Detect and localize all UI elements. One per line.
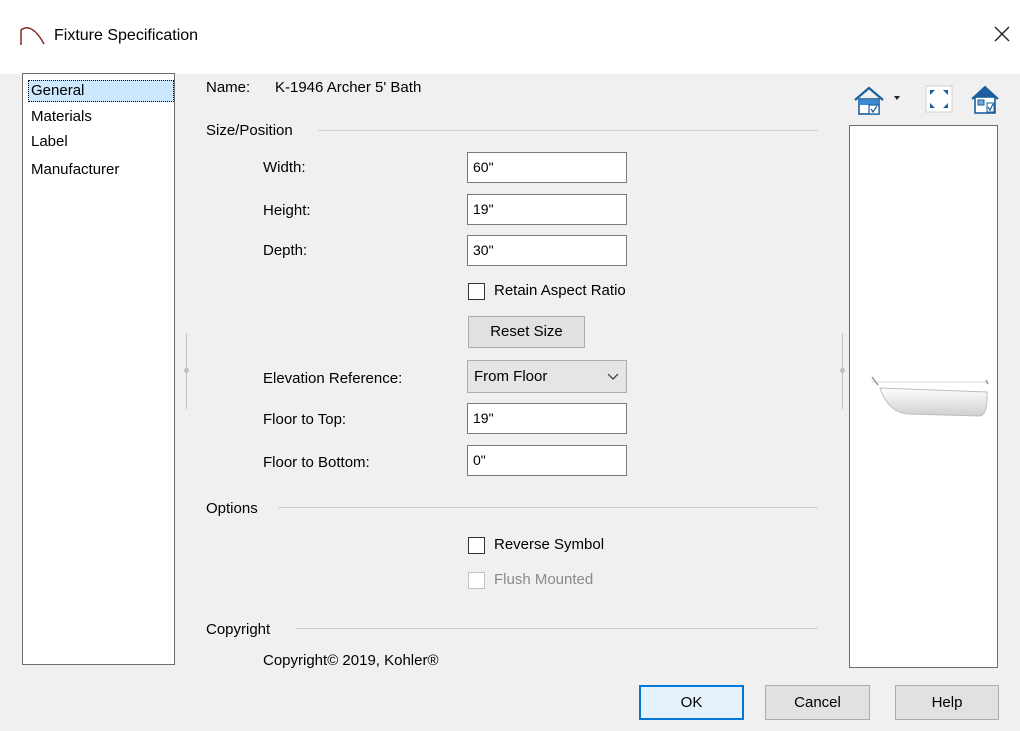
height-field[interactable]: 19"	[467, 194, 627, 225]
width-label: Width:	[263, 159, 306, 176]
size-position-divider	[318, 130, 818, 131]
depth-label: Depth:	[263, 242, 308, 259]
bathtub-preview-image	[871, 376, 989, 417]
size-position-heading: Size/Position	[206, 122, 293, 139]
house-view-dropdown-icon	[854, 86, 900, 115]
copyright-heading: Copyright	[206, 621, 271, 638]
name-label: Name:	[206, 79, 251, 96]
nav-item-label[interactable]: Label	[28, 131, 71, 153]
render-preview-icon[interactable]	[969, 83, 1001, 115]
left-splitter-grip	[184, 368, 189, 373]
reset-size-button[interactable]: Reset Size	[468, 316, 585, 348]
flush-mounted-label: Flush Mounted	[494, 571, 594, 588]
reverse-symbol-checkbox[interactable]	[468, 537, 485, 554]
retain-aspect-ratio-label: Retain Aspect Ratio	[494, 282, 626, 299]
floor-to-top-label: Floor to Top:	[263, 411, 347, 428]
fit-view-icon[interactable]	[924, 84, 954, 114]
retain-aspect-ratio-checkbox[interactable]	[468, 283, 485, 300]
floor-to-top-field[interactable]: 19"	[467, 403, 627, 434]
ok-button[interactable]: OK	[639, 685, 744, 720]
view-options-dropdown[interactable]	[852, 83, 908, 117]
arc-icon	[20, 27, 45, 45]
elevation-reference-value: From Floor	[474, 368, 548, 385]
options-heading: Options	[206, 500, 258, 517]
nav-item-materials[interactable]: Materials	[28, 106, 95, 128]
right-splitter-grip	[840, 368, 845, 373]
width-field[interactable]: 60"	[467, 152, 627, 183]
reverse-symbol-label: Reverse Symbol	[494, 536, 605, 553]
close-icon[interactable]	[990, 22, 1014, 46]
nav-item-manufacturer[interactable]: Manufacturer	[28, 159, 122, 181]
copyright-divider	[296, 628, 818, 629]
options-divider	[278, 507, 818, 508]
preview-pane[interactable]	[849, 125, 998, 668]
floor-to-bottom-field[interactable]: 0"	[467, 445, 627, 476]
category-list[interactable]: General Materials Label Manufacturer	[22, 73, 175, 665]
cancel-button[interactable]: Cancel	[765, 685, 870, 720]
depth-field[interactable]: 30"	[467, 235, 627, 266]
nav-item-general[interactable]: General	[28, 80, 174, 102]
elevation-reference-label: Elevation Reference:	[263, 370, 403, 387]
flush-mounted-checkbox	[468, 572, 485, 589]
window-title: Fixture Specification	[54, 27, 199, 44]
elevation-reference-select[interactable]: From Floor	[467, 360, 627, 393]
name-value: K-1946 Archer 5' Bath	[275, 79, 422, 96]
floor-to-bottom-label: Floor to Bottom:	[263, 454, 370, 471]
help-button[interactable]: Help	[895, 685, 999, 720]
copyright-text: Copyright© 2019, Kohler®	[263, 652, 439, 669]
chevron-down-icon	[607, 373, 619, 380]
height-label: Height:	[263, 202, 311, 219]
